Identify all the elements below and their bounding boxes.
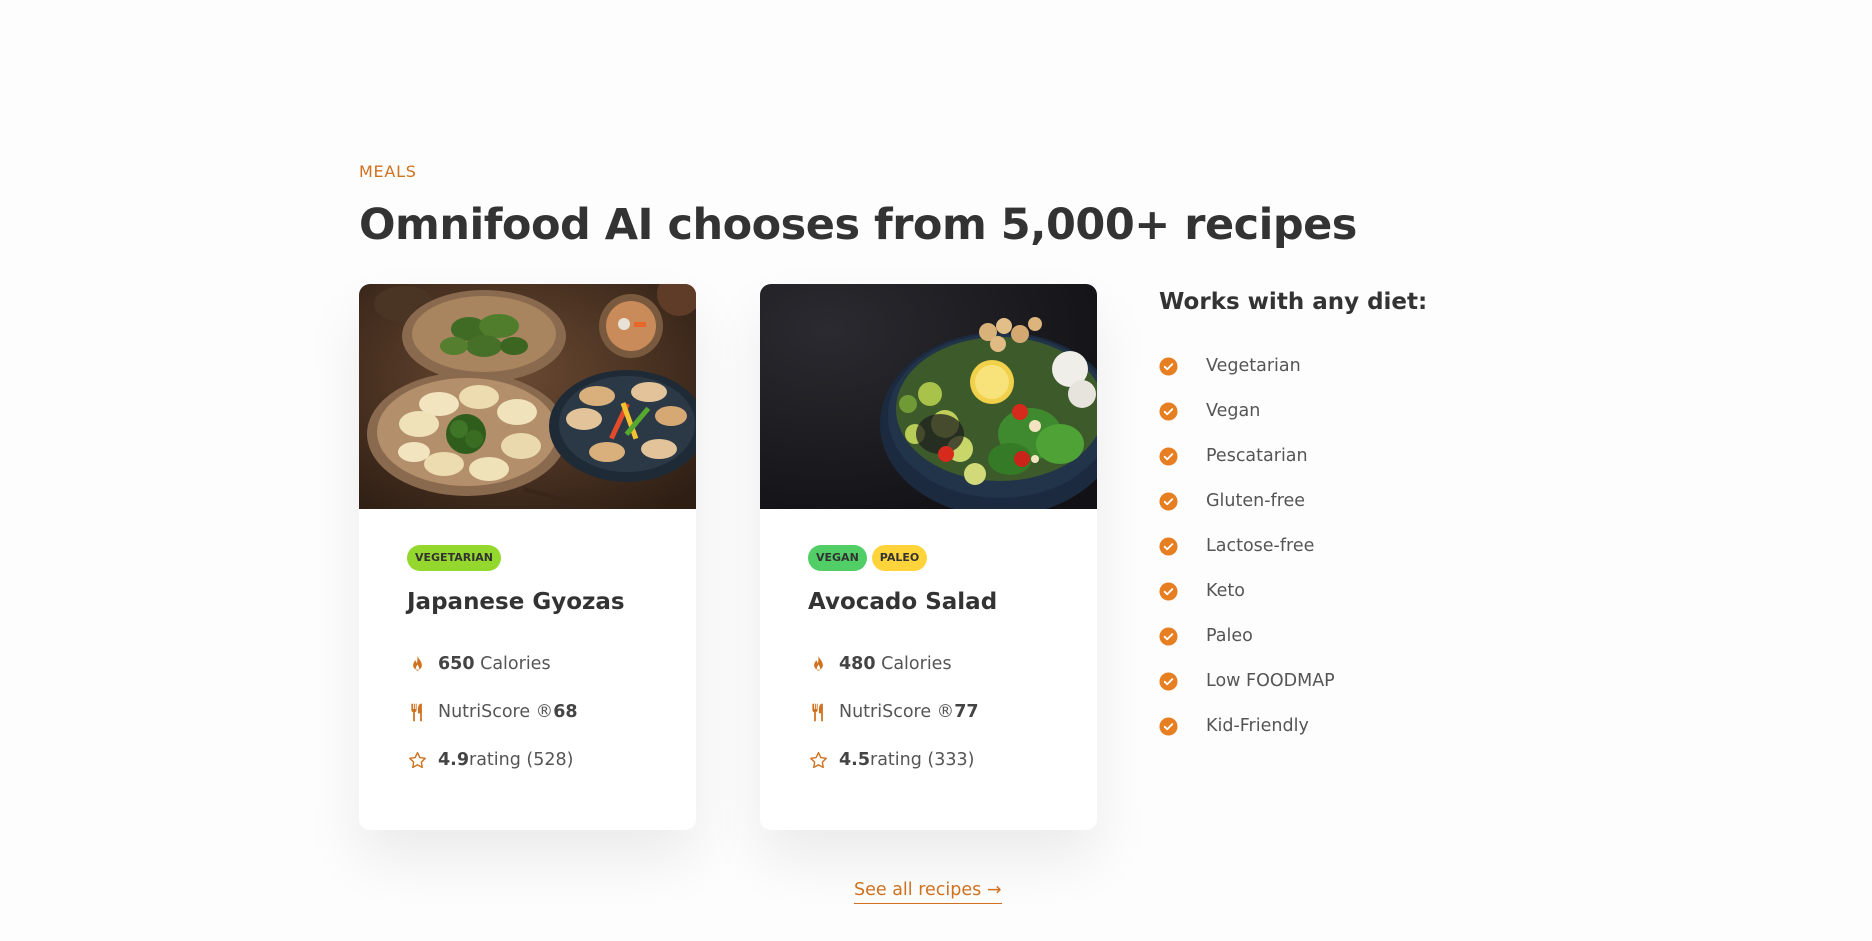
meal-attribute-calories: 480 Calories bbox=[808, 653, 1049, 675]
calories-value: 650 bbox=[438, 654, 475, 674]
checkmark-circle-icon bbox=[1159, 401, 1178, 421]
diet-item: Vegetarian bbox=[1159, 355, 1335, 377]
restaurant-icon bbox=[411, 703, 422, 721]
meal-card[interactable]: Vegan Paleo Avocado Salad 480 Calories N… bbox=[760, 284, 1097, 830]
checkmark-circle-icon bbox=[1159, 581, 1178, 601]
see-all-recipes-link[interactable]: See all recipes → bbox=[854, 880, 1002, 904]
meal-attribute-rating: 4.5rating (333) bbox=[808, 749, 1049, 771]
diet-label: Paleo bbox=[1206, 626, 1253, 646]
meal-image-avocado-salad bbox=[760, 284, 1097, 509]
checkmark-circle-icon bbox=[1159, 716, 1178, 736]
checkmark-circle-icon bbox=[1159, 491, 1178, 511]
rating-label: rating (333) bbox=[870, 750, 975, 770]
calories-label: Calories bbox=[881, 654, 952, 674]
meal-attribute-calories: 650 Calories bbox=[407, 653, 648, 675]
rating-value: 4.5 bbox=[839, 750, 871, 770]
rating-label: rating (528) bbox=[469, 750, 574, 770]
checkmark-circle-icon bbox=[1159, 356, 1178, 376]
meal-image-gyozas bbox=[359, 284, 696, 509]
checkmark-circle-icon bbox=[1159, 671, 1178, 691]
diet-label: Low FOODMAP bbox=[1206, 671, 1335, 691]
nutriscore-label: NutriScore ® bbox=[839, 702, 955, 722]
section-heading: Omnifood AI chooses from 5,000+ recipes bbox=[359, 200, 1357, 250]
nutriscore-label: NutriScore ® bbox=[438, 702, 554, 722]
meal-attribute-rating: 4.9rating (528) bbox=[407, 749, 648, 771]
tag-vegan: Vegan bbox=[808, 545, 867, 571]
diet-item: Pescatarian bbox=[1159, 445, 1335, 467]
diet-item: Low FOODMAP bbox=[1159, 670, 1335, 692]
checkmark-circle-icon bbox=[1159, 446, 1178, 466]
meal-card[interactable]: Vegetarian Japanese Gyozas 650 Calories … bbox=[359, 284, 696, 830]
star-outline-icon bbox=[409, 751, 426, 768]
diet-item: Keto bbox=[1159, 580, 1335, 602]
diet-list: Vegetarian Vegan Pescatarian Gluten-free… bbox=[1159, 355, 1335, 760]
meal-title: Avocado Salad bbox=[808, 589, 998, 615]
section-subheading: Meals bbox=[359, 162, 417, 181]
nutriscore-value: 77 bbox=[954, 702, 979, 722]
diet-label: Gluten-free bbox=[1206, 491, 1306, 511]
diet-label: Keto bbox=[1206, 581, 1245, 601]
diet-item: Gluten-free bbox=[1159, 490, 1335, 512]
diet-label: Lactose-free bbox=[1206, 536, 1315, 556]
meal-attribute-nutriscore: NutriScore ®77 bbox=[808, 701, 1049, 723]
diet-item: Kid-Friendly bbox=[1159, 715, 1335, 737]
diet-label: Pescatarian bbox=[1206, 446, 1308, 466]
checkmark-circle-icon bbox=[1159, 626, 1178, 646]
diet-item: Vegan bbox=[1159, 400, 1335, 422]
diet-label: Vegetarian bbox=[1206, 356, 1301, 376]
checkmark-circle-icon bbox=[1159, 536, 1178, 556]
diets-heading: Works with any diet: bbox=[1159, 289, 1428, 315]
tag-paleo: Paleo bbox=[871, 545, 928, 571]
flame-icon bbox=[814, 655, 823, 671]
calories-value: 480 bbox=[839, 654, 876, 674]
diet-item: Paleo bbox=[1159, 625, 1335, 647]
star-outline-icon bbox=[810, 751, 827, 768]
rating-value: 4.9 bbox=[438, 750, 470, 770]
meal-attribute-nutriscore: NutriScore ®68 bbox=[407, 701, 648, 723]
flame-icon bbox=[413, 655, 422, 671]
diet-label: Vegan bbox=[1206, 401, 1261, 421]
calories-label: Calories bbox=[480, 654, 551, 674]
tag-vegetarian: Vegetarian bbox=[407, 545, 502, 571]
meal-title: Japanese Gyozas bbox=[407, 589, 625, 615]
diet-label: Kid-Friendly bbox=[1206, 716, 1309, 736]
restaurant-icon bbox=[812, 703, 823, 721]
nutriscore-value: 68 bbox=[553, 702, 578, 722]
diet-item: Lactose-free bbox=[1159, 535, 1335, 557]
